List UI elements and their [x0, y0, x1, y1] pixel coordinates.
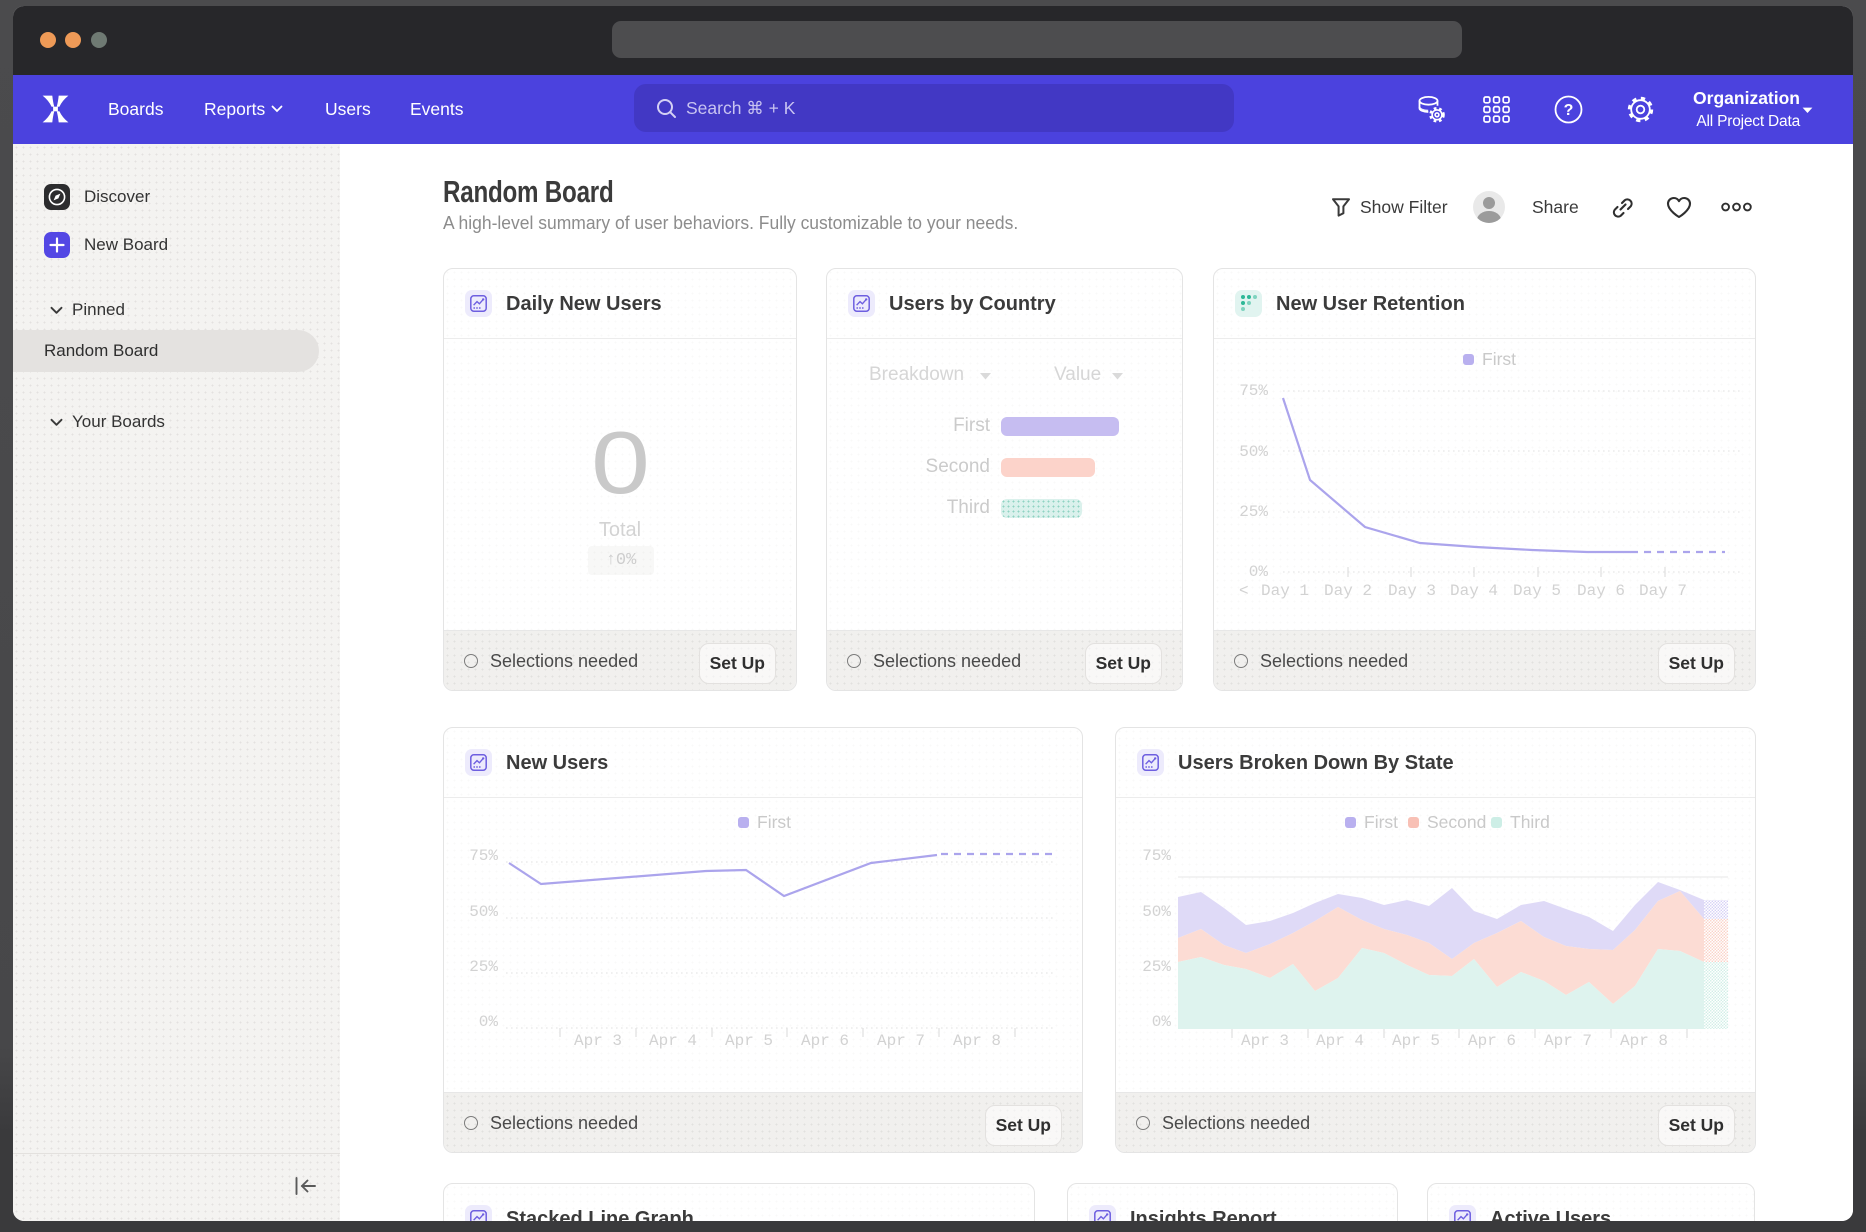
svg-text:?: ?	[1564, 102, 1574, 119]
